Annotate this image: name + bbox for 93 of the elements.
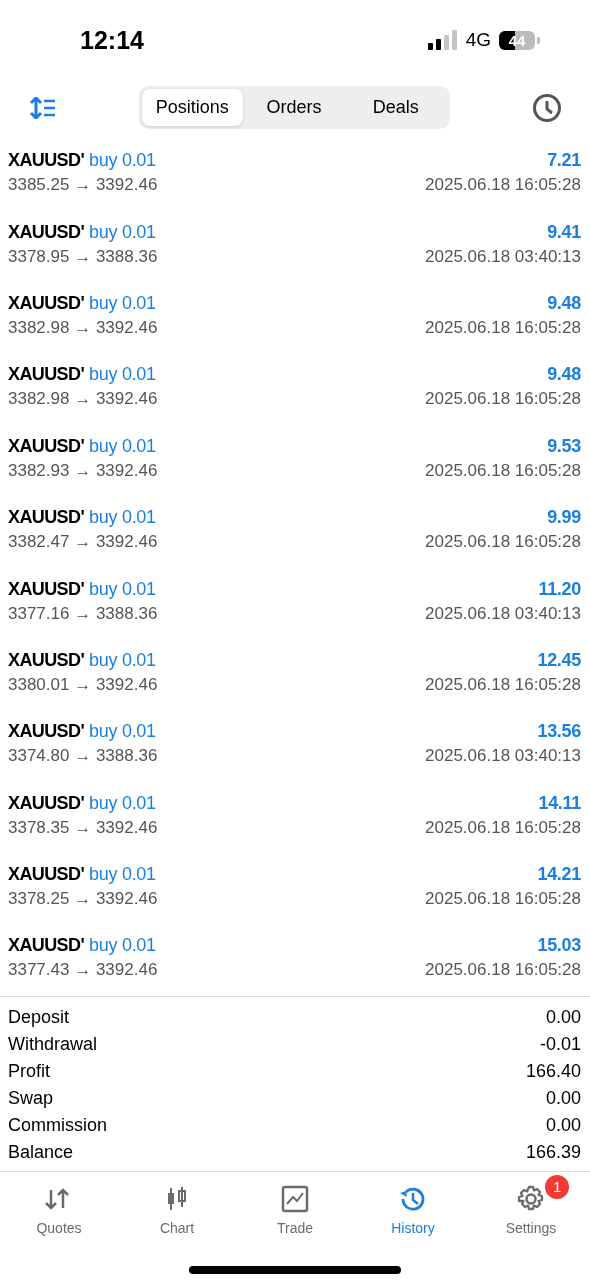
segment-tab[interactable]: Positions [141, 89, 244, 126]
trade-side: buy 0.01 [89, 578, 156, 600]
profit-value: 7.21 [547, 150, 581, 172]
trade-time: 2025.06.18 03:40:13 [425, 603, 581, 624]
tab-label: History [391, 1219, 435, 1236]
trade-side: buy 0.01 [89, 935, 156, 957]
tab-bar-item[interactable]: History [354, 1173, 472, 1236]
trade-side: buy 0.01 [89, 150, 156, 172]
segment-tab[interactable]: Deals [344, 89, 447, 126]
summary-value: 0.00 [545, 1087, 581, 1109]
summary-value: 0.00 [545, 1114, 581, 1136]
symbol-label: XAUUSD' [8, 864, 85, 886]
summary-value: 166.40 [525, 1060, 581, 1082]
signal-icon [427, 30, 458, 50]
tab-label: Trade [276, 1219, 314, 1236]
price-range: 3377.16 → 3388.36 [8, 603, 158, 624]
price-range: 3382.98 → 3392.46 [8, 389, 158, 410]
summary-value: 0.00 [545, 1006, 581, 1028]
profit-value: 9.41 [547, 221, 581, 243]
summary-label: Withdrawal [8, 1033, 98, 1055]
symbol-label: XAUUSD' [8, 649, 85, 671]
line-chart-icon [280, 1183, 310, 1214]
profit-value: 13.56 [537, 721, 581, 743]
trade-time: 2025.06.18 16:05:28 [425, 175, 581, 196]
trade-time: 2025.06.18 03:40:13 [425, 746, 581, 767]
symbol-label: XAUUSD' [8, 792, 85, 814]
symbol-label: XAUUSD' [8, 364, 85, 386]
trade-side: buy 0.01 [89, 864, 156, 886]
trade-side: buy 0.01 [89, 292, 156, 314]
trade-side: buy 0.01 [89, 221, 156, 243]
summary-value: 166.39 [525, 1141, 581, 1163]
segmented-control[interactable]: Positions Orders Deals [138, 86, 450, 129]
profit-value: 15.03 [537, 935, 581, 957]
summary-value: -0.01 [539, 1033, 581, 1055]
tab-label: Settings [505, 1219, 557, 1236]
trade-time: 2025.06.18 16:05:28 [425, 674, 581, 695]
price-range: 3382.93 → 3392.46 [8, 460, 158, 481]
profit-value: 9.53 [547, 435, 581, 457]
summary-label: Swap [8, 1087, 54, 1109]
notification-badge: 1 [545, 1174, 570, 1199]
profit-value: 11.20 [538, 578, 581, 600]
trade-time: 2025.06.18 03:40:13 [425, 246, 581, 267]
price-range: 3377.43 → 3392.46 [8, 960, 158, 981]
sort-icon[interactable] [30, 96, 56, 119]
clock-time: 12:14 [80, 25, 144, 55]
profit-value: 12.45 [537, 649, 581, 671]
trade-time: 2025.06.18 16:05:28 [425, 960, 581, 981]
price-range: 3380.01 → 3392.46 [8, 674, 158, 695]
symbol-label: XAUUSD' [8, 721, 85, 743]
symbol-label: XAUUSD' [8, 578, 85, 600]
summary-label: Deposit [8, 1006, 70, 1028]
tab-bar-item[interactable]: Chart [118, 1173, 236, 1236]
price-range: 3378.25 → 3392.46 [8, 889, 158, 910]
tab-bar-item[interactable]: Trade [236, 1173, 354, 1236]
price-range: 3382.98 → 3392.46 [8, 317, 158, 338]
price-range: 3374.80 → 3388.36 [8, 746, 158, 767]
network-label: 4G [465, 29, 491, 51]
tab-label: Chart [159, 1219, 195, 1236]
price-range: 3378.95 → 3388.36 [8, 246, 158, 267]
trade-time: 2025.06.18 16:05:28 [425, 532, 581, 553]
symbol-label: XAUUSD' [8, 435, 85, 457]
symbol-label: XAUUSD' [8, 507, 85, 529]
symbol-label: XAUUSD' [8, 935, 85, 957]
summary-label: Balance [8, 1141, 74, 1163]
trade-side: buy 0.01 [89, 364, 156, 386]
segment-tab[interactable]: Orders [243, 89, 345, 126]
profit-value: 9.48 [547, 292, 581, 314]
trade-time: 2025.06.18 16:05:28 [425, 889, 581, 910]
tab-bar-item[interactable]: Quotes [0, 1173, 118, 1236]
symbol-label: XAUUSD' [8, 221, 85, 243]
symbol-label: XAUUSD' [8, 292, 85, 314]
symbol-label: XAUUSD' [8, 150, 85, 172]
tab-label: Quotes [36, 1219, 82, 1236]
tab-bar-item[interactable]: Settings 1 [472, 1173, 590, 1236]
trade-side: buy 0.01 [89, 507, 156, 529]
trade-time: 2025.06.18 16:05:28 [425, 817, 581, 838]
profit-value: 9.48 [547, 364, 581, 386]
trade-time: 2025.06.18 16:05:28 [425, 460, 581, 481]
price-range: 3378.35 → 3392.46 [8, 817, 158, 838]
trade-side: buy 0.01 [89, 792, 156, 814]
price-range: 3382.47 → 3392.46 [8, 532, 158, 553]
profit-value: 9.99 [547, 507, 581, 529]
summary-label: Commission [8, 1114, 108, 1136]
trade-time: 2025.06.18 16:05:28 [425, 317, 581, 338]
summary-label: Profit [8, 1060, 50, 1082]
clock-icon[interactable] [532, 92, 562, 123]
trade-side: buy 0.01 [89, 721, 156, 743]
trade-side: buy 0.01 [89, 435, 156, 457]
profit-value: 14.11 [538, 792, 581, 814]
trade-side: buy 0.01 [89, 649, 156, 671]
profit-value: 14.21 [537, 864, 581, 886]
price-range: 3385.25 → 3392.46 [8, 175, 158, 196]
trade-time: 2025.06.18 16:05:28 [425, 389, 581, 410]
